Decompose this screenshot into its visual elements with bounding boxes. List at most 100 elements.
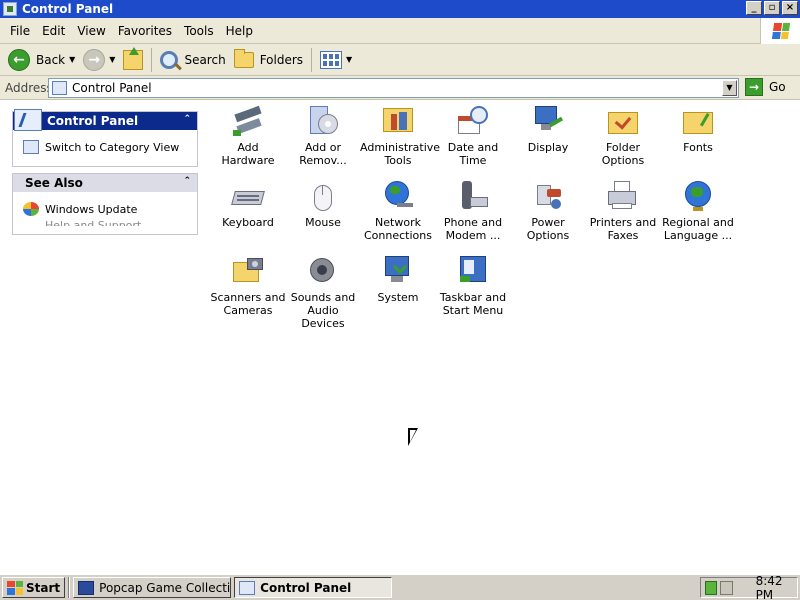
menu-view[interactable]: View (71, 18, 111, 44)
sounds-audio-icon (306, 254, 340, 288)
network-icon[interactable] (705, 580, 718, 595)
system-item[interactable]: System (360, 254, 436, 304)
add-remove-programs-icon (306, 104, 340, 138)
fonts-item[interactable]: Fonts (660, 104, 736, 154)
search-icon (160, 50, 179, 69)
control-panel-icon (52, 81, 67, 95)
add-hardware-item[interactable]: Add Hardware (210, 104, 286, 167)
folder-options-item[interactable]: Folder Options (585, 104, 661, 167)
scanners-cameras-icon (231, 254, 265, 288)
see-also-header[interactable]: See Also ⌃ (13, 174, 197, 192)
icon-label: Taskbar and Start Menu (439, 291, 507, 317)
collapse-icon[interactable]: ⌃ (183, 176, 191, 186)
minimize-button[interactable]: _ (746, 1, 762, 15)
address-dropdown-button[interactable]: ▼ (722, 80, 737, 96)
folders-icon (233, 48, 254, 68)
up-button[interactable] (119, 46, 147, 74)
menu-tools[interactable]: Tools (178, 18, 220, 44)
switch-to-category-view-link[interactable]: Switch to Category View (23, 136, 187, 158)
see-also-panel: See Also ⌃ Windows Update Help and Suppo… (12, 173, 198, 235)
taskbar: Start Popcap Game Collection -... Contro… (0, 573, 800, 600)
administrative-tools-item[interactable]: Administrative Tools (360, 104, 441, 167)
control-panel-panel-body: Switch to Category View (13, 130, 197, 166)
icon-label: Mouse (305, 216, 341, 229)
switch-view-icon (23, 140, 39, 154)
phone-modem-item[interactable]: Phone and Modem ... (435, 179, 511, 242)
see-also-body: Windows Update Help and Support (13, 192, 197, 234)
icon-label: Administrative Tools (360, 141, 441, 167)
printers-faxes-item[interactable]: Printers and Faxes (585, 179, 661, 242)
collapse-icon[interactable]: ⌃ (183, 114, 191, 124)
chevron-down-icon[interactable]: ▼ (109, 55, 115, 64)
scanners-cameras-item[interactable]: Scanners and Cameras (210, 254, 286, 317)
icon-label: Folder Options (601, 141, 645, 167)
network-connections-item[interactable]: Network Connections (360, 179, 436, 242)
folders-button[interactable]: Folders (230, 46, 307, 74)
control-panel-panel: Control Panel ⌃ Switch to Category View (12, 109, 198, 167)
go-button[interactable]: → Go (745, 78, 786, 96)
taskbar-button-label: Control Panel (260, 580, 352, 595)
menu-favorites[interactable]: Favorites (112, 18, 178, 44)
window-controls: _ ▫ × (746, 1, 798, 15)
taskbar-button-label: Popcap Game Collection -... (99, 580, 231, 595)
menu-bar: File Edit View Favorites Tools Help (0, 18, 800, 44)
date-time-item[interactable]: Date and Time (435, 104, 511, 167)
display-icon (531, 104, 565, 138)
icon-label: Add Hardware (221, 141, 275, 167)
icon-label: Date and Time (447, 141, 499, 167)
clock[interactable]: 8:42 PM (756, 574, 797, 600)
address-label: Address (5, 80, 53, 95)
back-button[interactable]: ← Back ▼ (4, 46, 79, 74)
power-options-item[interactable]: Power Options (510, 179, 586, 242)
mouse-icon (306, 179, 340, 213)
display-item[interactable]: Display (510, 104, 586, 154)
sounds-audio-item[interactable]: Sounds and Audio Devices (285, 254, 361, 330)
fonts-icon (681, 104, 715, 138)
keyboard-item[interactable]: Keyboard (210, 179, 286, 229)
windows-update-icon (23, 202, 39, 216)
toolbar: ← Back ▼ → ▼ Search Folders ▼ (0, 44, 800, 76)
switch-label: Switch to Category View (45, 140, 180, 154)
address-input[interactable]: Control Panel ▼ (48, 78, 739, 98)
icon-label: Regional and Language ... (662, 216, 734, 242)
start-label: Start (26, 580, 61, 595)
help-support-link[interactable]: Help and Support (45, 220, 187, 226)
chevron-down-icon[interactable]: ▼ (69, 55, 75, 64)
title-bar[interactable]: Control Panel _ ▫ × (0, 0, 800, 18)
maximize-button[interactable]: ▫ (764, 1, 780, 15)
chevron-down-icon[interactable]: ▼ (346, 55, 352, 64)
icon-label: Fonts (683, 141, 713, 154)
toolbar-separator (311, 47, 313, 72)
icon-label: Add or Remov... (299, 141, 347, 167)
panel-title: Control Panel (47, 114, 139, 128)
forward-button[interactable]: → ▼ (79, 46, 119, 74)
system-icon (381, 254, 415, 288)
close-button[interactable]: × (782, 1, 798, 15)
go-label: Go (769, 80, 786, 94)
window-title: Control Panel (22, 2, 114, 16)
menu-edit[interactable]: Edit (36, 18, 71, 44)
safely-remove-hardware-icon[interactable] (720, 580, 733, 595)
views-button[interactable]: ▼ (316, 46, 356, 74)
task-pane: Control Panel ⌃ Switch to Category View … (12, 109, 198, 241)
taskbar-separator (68, 577, 71, 598)
windows-update-label: Windows Update (45, 202, 138, 216)
windows-update-link[interactable]: Windows Update (23, 198, 187, 220)
regional-language-icon (681, 179, 715, 213)
mouse-item[interactable]: Mouse (285, 179, 361, 229)
folder-options-icon (606, 104, 640, 138)
start-button[interactable]: Start (2, 577, 66, 598)
taskbar-button-popcap[interactable]: Popcap Game Collection -... (73, 577, 232, 598)
power-options-icon (531, 179, 565, 213)
regional-language-item[interactable]: Regional and Language ... (660, 179, 736, 242)
mouse-pointer-icon (408, 428, 418, 446)
menu-help[interactable]: Help (220, 18, 259, 44)
network-connections-icon (381, 179, 415, 213)
add-remove-programs-item[interactable]: Add or Remov... (285, 104, 361, 167)
icon-label: Phone and Modem ... (443, 216, 503, 242)
search-button[interactable]: Search (156, 46, 229, 74)
taskbar-button-control-panel[interactable]: Control Panel (234, 577, 393, 598)
taskbar-start-menu-item[interactable]: Taskbar and Start Menu (435, 254, 511, 317)
control-panel-panel-header[interactable]: Control Panel ⌃ (13, 109, 197, 131)
menu-file[interactable]: File (4, 18, 36, 44)
